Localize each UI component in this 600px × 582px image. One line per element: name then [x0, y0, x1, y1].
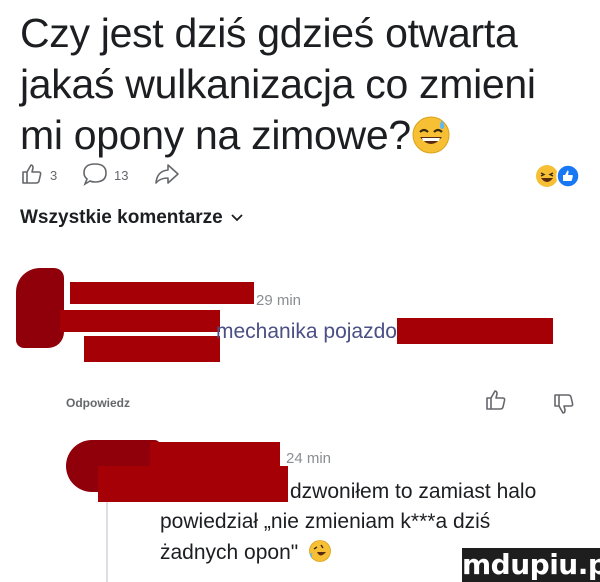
comment-button[interactable]: 13	[82, 162, 128, 189]
post-line-3: mi opony na zimowe?	[20, 110, 580, 167]
comment-2-line-2: powiedział „nie zmieniam k***a dziś	[160, 510, 491, 533]
like-count: 3	[50, 168, 58, 183]
text-redaction	[60, 310, 220, 332]
grinning-sweat-emoji-icon	[411, 115, 451, 167]
comments-sort-dropdown[interactable]: Wszystkie komentarze	[20, 207, 244, 229]
post-actions: 3 13	[20, 162, 580, 194]
reply-button[interactable]: Odpowiedz	[66, 396, 130, 410]
like-comment-icon[interactable]	[484, 388, 508, 417]
comment-2-line-3-text: żadnych opon"	[160, 541, 299, 564]
comment-1-text: mechanika pojazdo	[216, 320, 397, 343]
post-line-2: jakaś wulkanizacja co zmieni	[20, 61, 536, 107]
thumbs-up-icon	[20, 162, 44, 189]
like-reaction-icon	[556, 164, 580, 193]
text-redaction	[84, 336, 220, 362]
post-line-1: Czy jest dziś gdzieś otwarta	[20, 10, 518, 56]
comment-1-reply-row: Odpowiedz	[66, 388, 580, 418]
site-watermark: mdupiu.pl	[462, 548, 600, 582]
reaction-summary[interactable]	[535, 164, 580, 193]
comment-bubble-icon	[82, 162, 108, 189]
comment-count: 13	[114, 168, 129, 183]
comment-2-line-3: żadnych opon"	[160, 539, 332, 571]
comment-2-time: 24 min	[286, 450, 332, 467]
text-redaction	[98, 466, 288, 502]
comments-sort-label: Wszystkie komentarze	[20, 207, 223, 228]
text-redaction	[397, 318, 553, 344]
chevron-down-icon	[230, 207, 244, 229]
comment-1-time: 29 min	[256, 292, 302, 309]
avatar-redaction	[16, 268, 64, 348]
rofl-emoji-icon	[308, 539, 332, 571]
name-redaction	[150, 442, 280, 466]
name-redaction	[70, 282, 254, 304]
share-button[interactable]	[154, 162, 180, 189]
post-text: Czy jest dziś gdzieś otwarta jakaś wulka…	[20, 8, 580, 167]
share-arrow-icon	[154, 162, 180, 189]
dislike-comment-icon[interactable]	[552, 392, 576, 421]
post-line-3-text: mi opony na zimowe?	[20, 112, 411, 158]
comment-2-line-1: dzwoniłem to zamiast halo	[290, 480, 537, 503]
like-button[interactable]: 3	[20, 162, 57, 189]
